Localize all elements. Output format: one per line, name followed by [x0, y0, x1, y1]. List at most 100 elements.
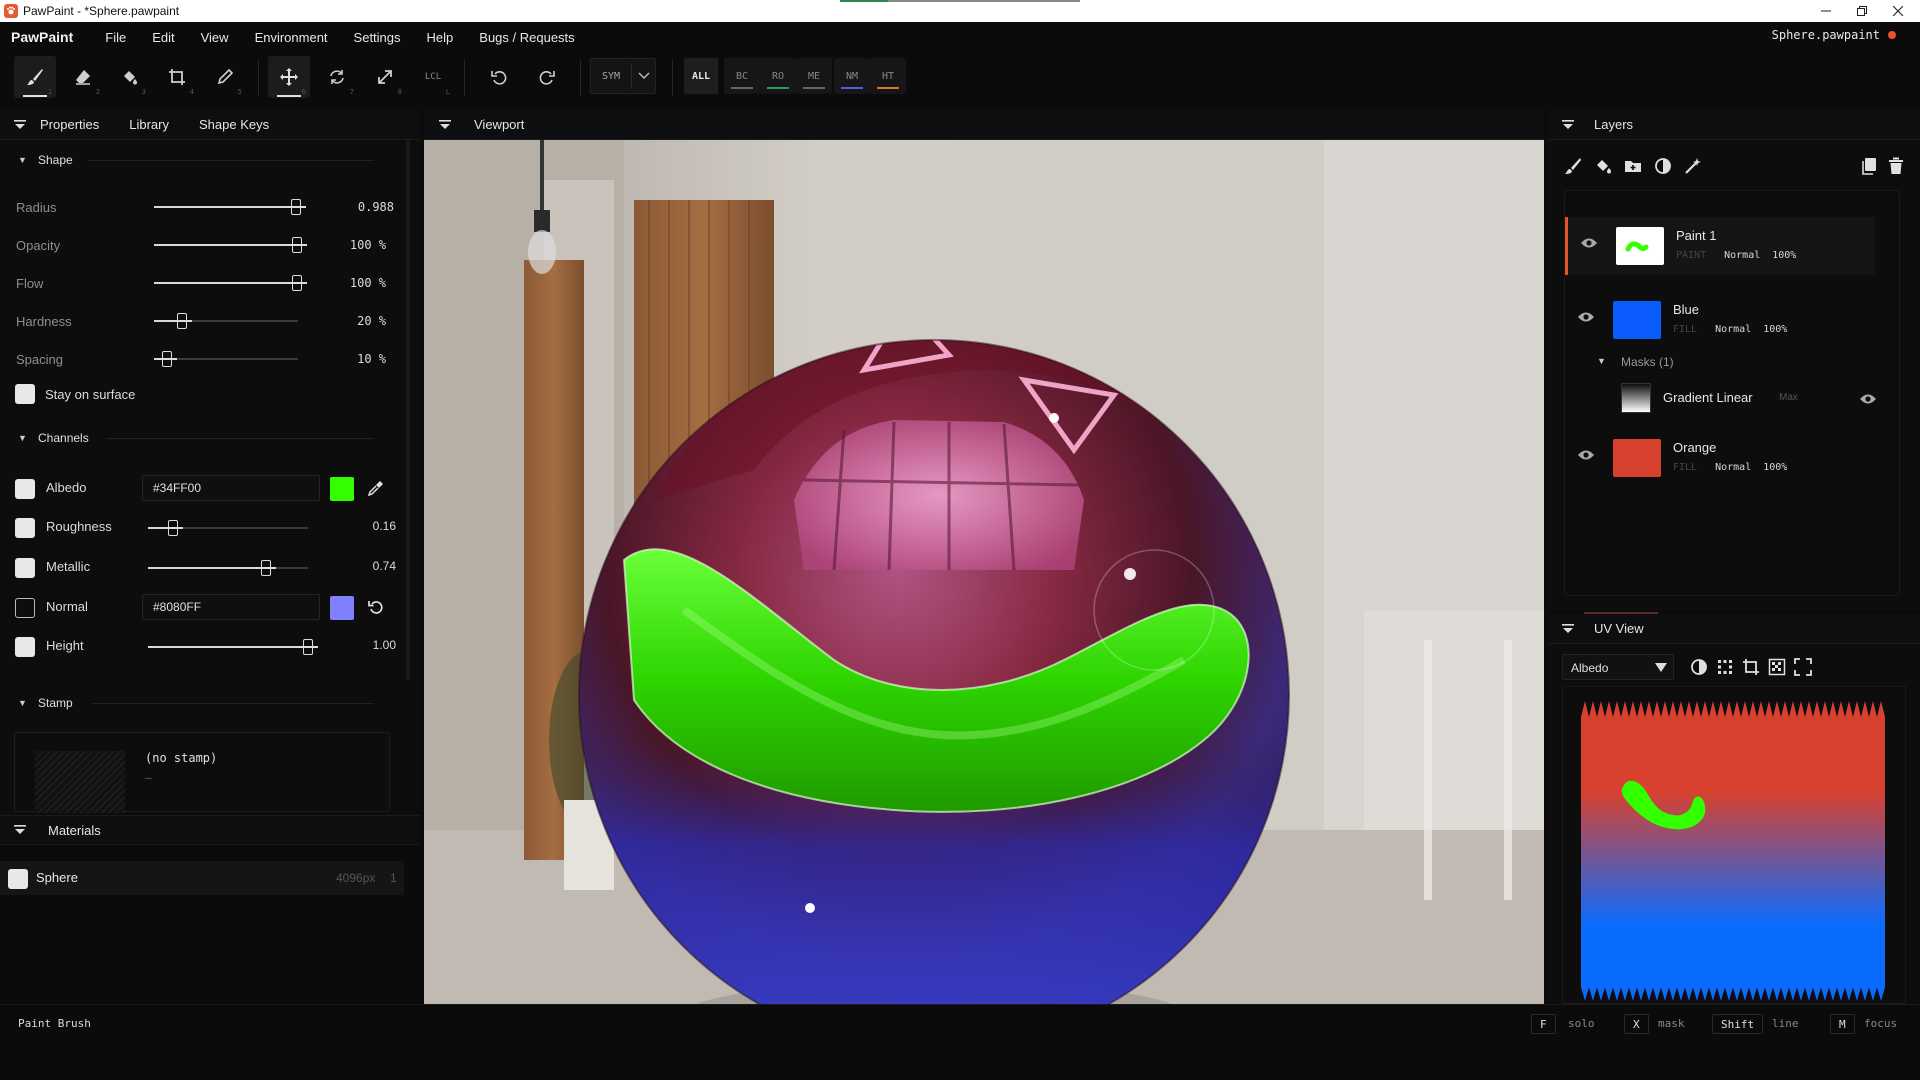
close-icon[interactable]: [1878, 0, 1918, 22]
eyedropper-tool-button[interactable]: 5: [204, 56, 246, 98]
panel-menu-icon[interactable]: [1548, 623, 1588, 634]
move-tool-button[interactable]: 6: [268, 56, 310, 98]
menu-view[interactable]: View: [201, 30, 229, 45]
normal-checkbox[interactable]: [15, 598, 35, 618]
eye-icon[interactable]: [1577, 311, 1595, 323]
rotate-tool-button[interactable]: 7: [316, 56, 358, 98]
eye-icon[interactable]: [1859, 393, 1877, 405]
symmetry-label: SYM: [602, 70, 621, 82]
roughness-value[interactable]: 0.16: [373, 519, 396, 533]
normal-hex-input[interactable]: #8080FF: [142, 594, 320, 620]
channel-chip-nm[interactable]: NM: [834, 58, 870, 94]
hardness-slider[interactable]: [154, 313, 298, 329]
section-stamp[interactable]: ▼ Stamp: [0, 690, 400, 716]
reset-icon[interactable]: [368, 599, 384, 615]
menu-settings[interactable]: Settings: [354, 30, 401, 45]
add-paint-layer-button[interactable]: [1564, 157, 1582, 175]
panel-menu-icon[interactable]: [424, 119, 466, 130]
height-slider[interactable]: [148, 639, 318, 655]
panel-menu-icon[interactable]: [0, 825, 40, 835]
add-effect-button[interactable]: [1684, 157, 1702, 175]
uv-grid-button[interactable]: [1716, 658, 1734, 676]
albedo-color-swatch[interactable]: [330, 477, 354, 501]
add-fill-layer-button[interactable]: [1594, 157, 1612, 175]
layer-meta: PAINT Normal 100%: [1676, 250, 1797, 261]
properties-panel-header: Properties Library Shape Keys: [0, 110, 420, 680]
layer-item-paint-1[interactable]: Paint 1 PAINT Normal 100%: [1565, 217, 1875, 275]
uv-channel-dropdown[interactable]: Albedo: [1562, 654, 1674, 680]
viewport-canvas[interactable]: [424, 140, 1544, 1004]
section-channels[interactable]: ▼ Channels: [0, 425, 400, 451]
panel-menu-icon[interactable]: [1548, 119, 1588, 130]
normal-color-swatch[interactable]: [330, 596, 354, 620]
scale-tool-button[interactable]: 8: [364, 56, 406, 98]
channel-chip-ht[interactable]: HT: [870, 58, 906, 94]
uv-canvas[interactable]: [1562, 686, 1906, 1004]
add-adjustment-button[interactable]: [1654, 157, 1672, 175]
symmetry-dropdown[interactable]: SYM: [590, 58, 656, 94]
add-folder-button[interactable]: [1624, 157, 1642, 175]
opacity-value[interactable]: 100 %: [306, 238, 386, 252]
metallic-value[interactable]: 0.74: [373, 559, 396, 573]
fullscreen-icon: [1794, 658, 1812, 676]
eye-icon[interactable]: [1580, 237, 1598, 249]
metallic-slider[interactable]: [148, 560, 308, 576]
redo-button[interactable]: [526, 56, 568, 98]
stay-on-surface-checkbox[interactable]: [15, 384, 35, 404]
layer-item-orange[interactable]: Orange FILL Normal 100%: [1565, 429, 1875, 487]
tab-library[interactable]: Library: [129, 117, 169, 132]
roughness-checkbox[interactable]: [15, 518, 35, 538]
minimize-icon[interactable]: [1806, 0, 1846, 22]
restore-icon[interactable]: [1842, 0, 1882, 22]
delete-layer-button[interactable]: [1888, 157, 1904, 175]
flow-slider[interactable]: [154, 275, 307, 291]
hardness-value[interactable]: 20 %: [306, 314, 386, 328]
menu-environment[interactable]: Environment: [255, 30, 328, 45]
albedo-checkbox[interactable]: [15, 479, 35, 499]
crop-tool-button[interactable]: 4: [156, 56, 198, 98]
albedo-hex-input[interactable]: #34FF00: [142, 475, 320, 501]
masks-group[interactable]: ▼ Masks (1): [1597, 353, 1797, 373]
brush-tool-button[interactable]: 1: [14, 56, 56, 98]
material-checkbox[interactable]: [8, 869, 28, 889]
radius-slider[interactable]: [154, 199, 306, 215]
menu-file[interactable]: File: [105, 30, 126, 45]
undo-button[interactable]: [478, 56, 520, 98]
menu-help[interactable]: Help: [427, 30, 454, 45]
uv-frame-button[interactable]: [1742, 658, 1760, 676]
eraser-tool-button[interactable]: 2: [62, 56, 104, 98]
channel-chip-bc[interactable]: BC: [724, 58, 760, 94]
layer-item-blue[interactable]: Blue FILL Normal 100%: [1565, 291, 1875, 349]
normal-label: Normal: [46, 599, 88, 614]
uv-checker-button[interactable]: [1768, 658, 1786, 676]
toolbar-separator: [580, 60, 581, 96]
metallic-checkbox[interactable]: [15, 558, 35, 578]
eye-icon[interactable]: [1577, 449, 1595, 461]
uv-contrast-button[interactable]: [1690, 658, 1708, 676]
height-value[interactable]: 1.00: [373, 638, 396, 652]
roughness-slider[interactable]: [148, 520, 308, 536]
flow-value[interactable]: 100 %: [306, 276, 386, 290]
channel-chip-all[interactable]: ALL: [684, 58, 718, 94]
duplicate-layer-button[interactable]: [1860, 157, 1878, 175]
panel-menu-icon[interactable]: [0, 119, 40, 130]
spacing-slider[interactable]: [154, 351, 298, 367]
tab-shape-keys[interactable]: Shape Keys: [199, 117, 269, 132]
fill-tool-button[interactable]: 3: [108, 56, 150, 98]
material-item-sphere[interactable]: Sphere 4096px 1: [0, 861, 404, 895]
menu-edit[interactable]: Edit: [152, 30, 174, 45]
uv-fullscreen-button[interactable]: [1794, 658, 1812, 676]
spacing-value[interactable]: 10 %: [306, 352, 386, 366]
channel-chip-me[interactable]: ME: [796, 58, 832, 94]
eyedropper-icon[interactable]: [368, 480, 384, 496]
section-shape[interactable]: ▼ Shape: [0, 147, 400, 173]
mask-item-gradient[interactable]: Gradient Linear Max: [1621, 379, 1891, 415]
height-checkbox[interactable]: [15, 637, 35, 657]
tab-properties[interactable]: Properties: [40, 117, 99, 132]
stamp-box[interactable]: (no stamp) –: [14, 732, 390, 813]
menu-bugs-requests[interactable]: Bugs / Requests: [479, 30, 574, 45]
channel-chip-ro[interactable]: RO: [760, 58, 796, 94]
radius-value[interactable]: 0.988: [314, 200, 394, 214]
opacity-slider[interactable]: [154, 237, 307, 253]
local-space-button[interactable]: LCL L: [412, 56, 454, 98]
